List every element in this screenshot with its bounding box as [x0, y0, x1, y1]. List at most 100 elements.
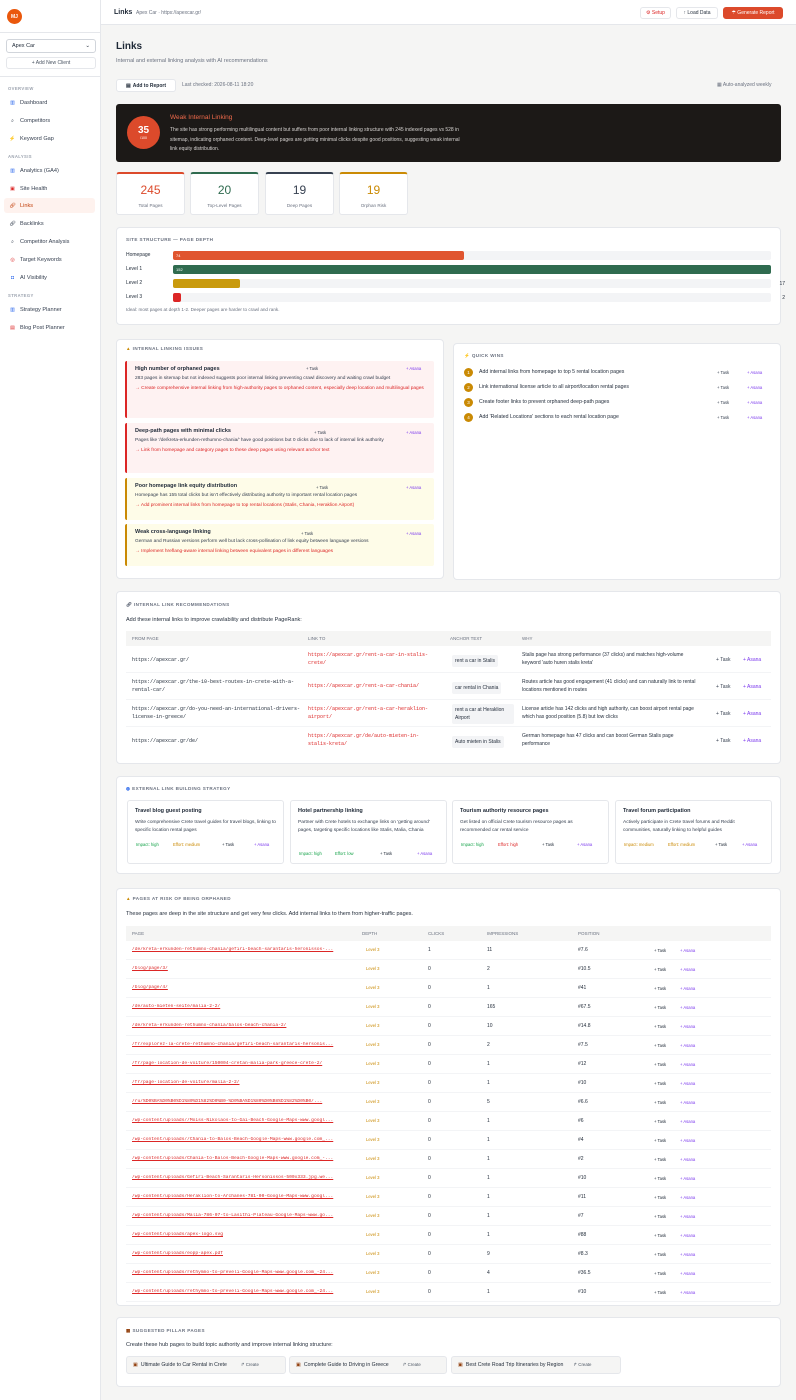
setup-button[interactable]: ⚙ Setup: [640, 7, 671, 19]
task-button[interactable]: + Task: [654, 1024, 666, 1029]
orphan-page-link[interactable]: /wp-content/uploads//Moiss-Nikolaos-to-G…: [132, 1118, 356, 1123]
asana-button[interactable]: + Asana: [743, 656, 761, 664]
asana-button[interactable]: + Asana: [680, 1271, 695, 1276]
add-to-report-button[interactable]: ▤ Add to Report: [116, 79, 176, 92]
task-button[interactable]: + Task: [654, 1252, 666, 1257]
task-button[interactable]: + Task: [380, 851, 392, 856]
task-button[interactable]: + Task: [717, 370, 729, 375]
asana-button[interactable]: + Asana: [680, 967, 695, 972]
asana-button[interactable]: + Asana: [742, 842, 757, 847]
task-button[interactable]: + Task: [654, 1176, 666, 1181]
asana-button[interactable]: + Asana: [680, 1081, 695, 1086]
orphan-page-link[interactable]: /fr/page-location-de-voiture/150004-cret…: [132, 1061, 356, 1066]
orphan-page-link[interactable]: /de/auto-mieten-seite/malia-2-2/: [132, 1004, 356, 1009]
task-button[interactable]: + Task: [654, 1290, 666, 1295]
asana-button[interactable]: + Asana: [680, 1290, 695, 1295]
asana-button[interactable]: + Asana: [680, 1005, 695, 1010]
asana-button[interactable]: + Asana: [680, 986, 695, 991]
orphan-page-link[interactable]: /wp-content/uploads/Chania-to-Balos-Beac…: [132, 1156, 356, 1161]
link-to[interactable]: https://apexcar.gr/rent-a-car-in-stalis-…: [308, 651, 438, 667]
asana-button[interactable]: + Asana: [680, 1252, 695, 1257]
asana-button[interactable]: + Asana: [680, 1195, 695, 1200]
asana-button[interactable]: + Asana: [747, 370, 762, 375]
asana-button[interactable]: + Asana: [680, 1233, 695, 1238]
sidebar-item-competitors[interactable]: ⌕ Competitors: [4, 113, 95, 128]
load-data-button[interactable]: ↑ Load Data: [676, 7, 718, 19]
asana-button[interactable]: + Asana: [680, 1119, 695, 1124]
orphan-page-link[interactable]: /fr/explorez-la-crete-rethumno-chania/ge…: [132, 1042, 356, 1047]
orphan-page-link[interactable]: /de/kreta-erkunden-rethumno-chania/balos…: [132, 1023, 356, 1028]
asana-button[interactable]: + Asana: [577, 842, 592, 847]
orphan-page-link[interactable]: /blog/page/3/: [132, 966, 356, 971]
task-button[interactable]: + Task: [316, 485, 328, 490]
task-button[interactable]: + Task: [654, 1043, 666, 1048]
asana-button[interactable]: + Asana: [680, 948, 695, 953]
task-button[interactable]: + Task: [654, 967, 666, 972]
task-button[interactable]: + Task: [716, 737, 731, 745]
task-button[interactable]: + Task: [717, 415, 729, 420]
task-button[interactable]: + Task: [717, 385, 729, 390]
orphan-page-link[interactable]: /wp-content/uploads/apex-logo.svg: [132, 1232, 356, 1237]
task-button[interactable]: + Task: [654, 1271, 666, 1276]
asana-button[interactable]: + Asana: [406, 430, 421, 435]
asana-button[interactable]: + Asana: [747, 400, 762, 405]
asana-button[interactable]: + Asana: [743, 710, 761, 718]
task-button[interactable]: + Task: [654, 1214, 666, 1219]
link-to[interactable]: https://apexcar.gr/de/auto-mieten-in-sta…: [308, 732, 438, 748]
add-client-button[interactable]: + Add New Client: [6, 57, 96, 69]
asana-button[interactable]: + Asana: [743, 737, 761, 745]
task-button[interactable]: + Task: [717, 400, 729, 405]
asana-button[interactable]: + Asana: [680, 1157, 695, 1162]
task-button[interactable]: + Task: [654, 1138, 666, 1143]
asana-button[interactable]: + Asana: [680, 1062, 695, 1067]
asana-button[interactable]: + Asana: [743, 683, 761, 691]
sidebar-item-site-health[interactable]: ▣ Site Health: [4, 181, 95, 196]
sidebar-item-dashboard[interactable]: ▥ Dashboard: [4, 95, 95, 110]
task-button[interactable]: + Task: [542, 842, 554, 847]
pillar-create-button[interactable]: ↱ Create: [403, 1362, 421, 1368]
sidebar-item-target-keywords[interactable]: ◎ Target Keywords: [4, 252, 95, 267]
generate-report-button[interactable]: ☂ Generate Report: [723, 7, 783, 19]
sidebar-item-links[interactable]: 🔗︎ Links: [4, 198, 95, 213]
link-to[interactable]: https://apexcar.gr/rent-a-car-heraklion-…: [308, 705, 438, 721]
task-button[interactable]: + Task: [314, 430, 326, 435]
sidebar-item-analytics[interactable]: ▥ Analytics (GA4): [4, 163, 95, 178]
link-to[interactable]: https://apexcar.gr/rent-a-car-chania/: [308, 682, 448, 690]
asana-button[interactable]: + Asana: [747, 415, 762, 420]
orphan-page-link[interactable]: /wp-content/uploads//Chania-to-Balos-Bea…: [132, 1137, 356, 1142]
orphan-page-link[interactable]: /wp-content/uploads/Malia-786-07-to-Lasi…: [132, 1213, 356, 1218]
task-button[interactable]: + Task: [654, 1081, 666, 1086]
asana-button[interactable]: + Asana: [680, 1176, 695, 1181]
asana-button[interactable]: + Asana: [254, 842, 269, 847]
task-button[interactable]: + Task: [654, 1119, 666, 1124]
asana-button[interactable]: + Asana: [680, 1214, 695, 1219]
orphan-page-link[interactable]: /wp-content/uploads/rethymno-to-preveli-…: [132, 1289, 356, 1294]
orphan-page-link[interactable]: /ru/%D0%BA%D0%B0%D1%80%D1%82%D0%B0-%D0%B…: [132, 1099, 356, 1104]
asana-button[interactable]: + Asana: [680, 1100, 695, 1105]
task-button[interactable]: + Task: [716, 683, 731, 691]
asana-button[interactable]: + Asana: [417, 851, 432, 856]
orphan-page-link[interactable]: /fr/page-location-de-voiture/malia-2-2/: [132, 1080, 356, 1085]
asana-button[interactable]: + Asana: [406, 531, 421, 536]
orphan-page-link[interactable]: /wp-content/uploads/eopp-apex.pdf: [132, 1251, 356, 1256]
orphan-page-link[interactable]: /wp-content/uploads/rethymno-to-preveli-…: [132, 1270, 356, 1275]
asana-button[interactable]: + Asana: [680, 1043, 695, 1048]
task-button[interactable]: + Task: [654, 1195, 666, 1200]
orphan-page-link[interactable]: /wp-content/uploads/Heraklion-to-Archane…: [132, 1194, 356, 1199]
task-button[interactable]: + Task: [654, 1100, 666, 1105]
pillar-create-button[interactable]: ↱ Create: [241, 1362, 259, 1368]
task-button[interactable]: + Task: [301, 531, 313, 536]
orphan-page-link[interactable]: /blog/page/4/: [132, 985, 356, 990]
orphan-page-link[interactable]: /de/kreta-erkunden-rethumno-chania/gefir…: [132, 947, 356, 952]
asana-button[interactable]: + Asana: [406, 485, 421, 490]
asana-button[interactable]: + Asana: [747, 385, 762, 390]
task-button[interactable]: + Task: [716, 710, 731, 718]
task-button[interactable]: + Task: [654, 1233, 666, 1238]
task-button[interactable]: + Task: [654, 1157, 666, 1162]
task-button[interactable]: + Task: [716, 656, 731, 664]
task-button[interactable]: + Task: [306, 366, 318, 371]
task-button[interactable]: + Task: [222, 842, 234, 847]
sidebar-item-keyword-gap[interactable]: ⚡ Keyword Gap: [4, 131, 95, 146]
sidebar-item-competitor-analysis[interactable]: ⌕ Competitor Analysis: [4, 234, 95, 249]
sidebar-item-ai-visibility[interactable]: ◘ AI Visibility: [4, 270, 95, 285]
